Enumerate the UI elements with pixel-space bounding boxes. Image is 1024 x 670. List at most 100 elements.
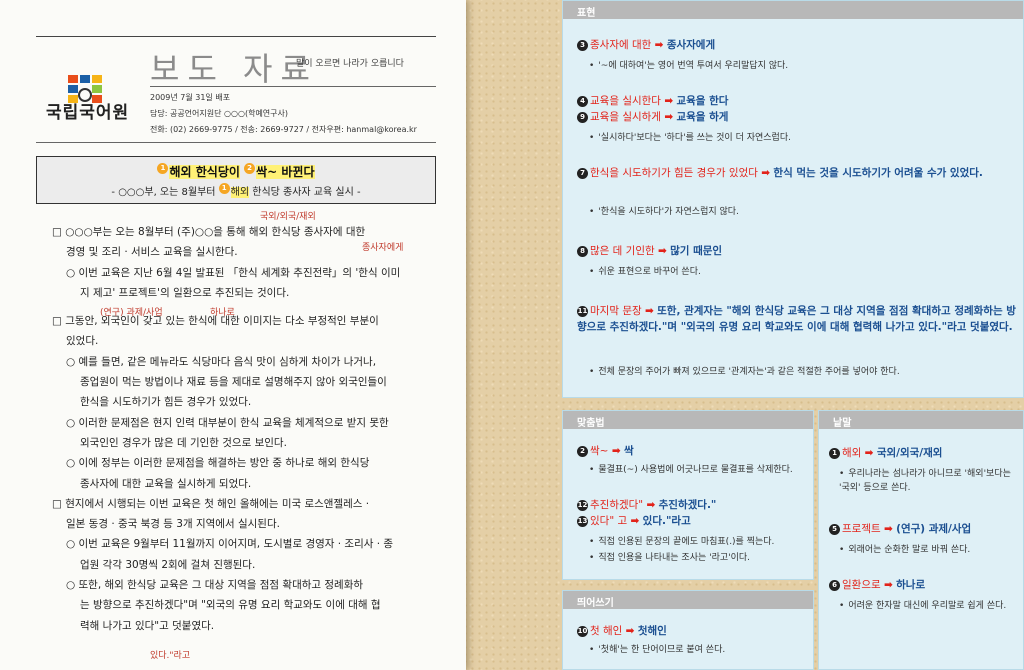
body-line: 한식을 시도하기가 힘든 경우가 있었다. — [80, 396, 252, 409]
corrected-text: 싹 — [623, 445, 634, 457]
arrow-icon: ➡ — [664, 95, 674, 107]
corrected-text: 추진하겠다." — [658, 499, 717, 511]
panel-ttuieo: 띄어쓰기 10첫 해인 ➡ 첫해인 '첫해'는 한 단어이므로 붙여 쓴다. — [562, 590, 814, 670]
arrow-icon: ➡ — [630, 515, 640, 527]
marker: 6 — [829, 580, 840, 591]
explanation: 직접 인용을 나타내는 조사는 '라고'이다. — [589, 551, 809, 565]
arrow-icon: ➡ — [664, 111, 674, 123]
entry: 6 일환으로 ➡ 하나로 — [829, 577, 925, 593]
explanation: 물결표(~) 사용법에 어긋나므로 물결표를 삭제한다. — [589, 463, 805, 477]
original-text: 마지막 문장 — [590, 305, 642, 317]
marker: 10 — [577, 626, 588, 637]
slogan: 말이 오르면 나라가 오릅니다 — [296, 59, 404, 69]
body-line: 는 방향으로 추진하겠다"며 "외국의 유명 요리 학교와도 이에 대해 협 — [80, 599, 381, 612]
corrected-text: 하나로 — [896, 579, 926, 591]
arrow-icon: ➡ — [625, 625, 635, 637]
entry: 7 한식을 시도하기가 힘든 경우가 있었다 ➡ 한식 먹는 것을 시도하기가 어… — [577, 165, 1017, 181]
original-text: 한식을 시도하기가 힘든 경우가 있었다 — [590, 167, 758, 179]
entry: 5 프로젝트 ➡ (연구) 과제/사업 — [829, 521, 971, 537]
explanation: '첫해'는 한 단어이므로 붙여 쓴다. — [589, 643, 725, 657]
corrected-text: 교육을 하게 — [676, 111, 729, 123]
marker: 2 — [244, 163, 256, 174]
body-line: □ 현지에서 시행되는 이번 교육은 첫 해인 올해에는 미국 로스앤젤레스 · — [52, 497, 370, 510]
original-text: 해외 — [842, 447, 862, 459]
body-line: 있었다. — [66, 335, 99, 348]
body-line: 종사자에 대한 교육을 실시하게 되었다. — [80, 477, 252, 490]
explanation: 외래어는 순화한 말로 바꿔 쓴다. — [839, 543, 1019, 557]
original-text: 일환으로 — [842, 579, 881, 591]
original-text: 프로젝트 — [842, 523, 881, 535]
arrow-icon: ➡ — [883, 523, 893, 535]
corrected-text: 국외/외국/재외 — [876, 447, 943, 459]
entry: 12 추진하겠다" ➡ 추진하겠다." — [577, 497, 716, 513]
page-title: 보도 자료 — [150, 50, 318, 88]
correction-annotation: 국외/외국/재외 — [260, 212, 316, 222]
corrected-text: 있다."라고 — [642, 515, 691, 527]
original-text: 교육을 실시하게 — [590, 111, 661, 123]
body-line: ○ 이러한 문제점은 현지 인력 대부분이 한식 교육을 체계적으로 받지 못한 — [66, 416, 389, 429]
arrow-icon: ➡ — [654, 39, 664, 51]
correction-annotation: 종사자에게 — [362, 243, 404, 253]
body-line: 력해 나가고 있다"고 덧붙였다. — [80, 619, 215, 632]
original-text: 많은 데 기인한 — [590, 245, 655, 257]
arrow-icon: ➡ — [864, 447, 874, 459]
marker: 2 — [577, 446, 588, 457]
arrow-icon: ➡ — [657, 245, 667, 257]
headline-box: 1 해외 한식당이 2 싹~ 바뀐다 - ○○○부, 오는 8월부터 1 해외 한식당… — [36, 156, 436, 204]
entry: 10 첫 해인 ➡ 첫해인 — [577, 623, 667, 639]
headline-part: 싹~ 바뀐다 — [256, 165, 315, 179]
body-line: 종업원이 먹는 방법이나 재료 등을 제대로 설명해주지 않아 외국인들이 — [80, 376, 387, 389]
panel-title: 낱말 — [819, 411, 1023, 429]
body-line: 업원 각각 30명씩 2회에 걸쳐 진행된다. — [80, 558, 256, 571]
title-rule — [150, 86, 436, 87]
corrected-text: 첫해인 — [637, 625, 667, 637]
subhead-part: 한식당 종사자 교육 실시 - — [252, 187, 361, 198]
panel-title: 띄어쓰기 — [563, 591, 813, 609]
arrow-icon: ➡ — [646, 499, 656, 511]
org-name: 국립국어원 — [46, 103, 130, 123]
marker: 5 — [829, 524, 840, 535]
contact-line: 전화: (02) 2669-9775 / 전송: 2669-9727 / 전자우… — [150, 125, 417, 134]
explanation: 전체 문장의 주어가 빠져 있으므로 '관계자는'과 같은 적절한 주어를 넣어… — [589, 365, 1019, 379]
entry: 4 교육을 실시한다 ➡ 교육을 한다 — [577, 93, 728, 109]
headline: 1 해외 한식당이 2 싹~ 바뀐다 — [37, 163, 435, 180]
explanation: 직접 인용된 문장의 끝에도 마침표(.)를 찍는다. — [589, 535, 809, 549]
panel-pyohyeon: 표현 3종사자에 대한 ➡ 종사자에게 '~에 대하여'는 영어 번역 투여서 … — [562, 0, 1024, 398]
marker: 12 — [577, 500, 588, 511]
marker: 4 — [577, 96, 588, 107]
arrow-icon: ➡ — [883, 579, 893, 591]
entry: 3 종사자에 대한 ➡ 종사자에게 — [577, 37, 715, 53]
body-line: 외국인인 경우가 많은 데 기인한 것으로 보인다. — [80, 436, 287, 449]
panel-title: 맞춤법 — [563, 411, 813, 429]
meta-rule — [36, 142, 436, 143]
original-text: 추진하겠다" — [590, 499, 644, 511]
press-release-page: 국립국어원 보도 자료 말이 오르면 나라가 오릅니다 2009년 7월 31일… — [0, 0, 466, 670]
marker: 7 — [577, 168, 588, 179]
corrected-text: 한식 먹는 것을 시도하기가 어려울 수가 있었다. — [773, 167, 983, 179]
original-text: 종사자에 대한 — [590, 39, 652, 51]
body-line: 지 제고' 프로젝트'의 일환으로 추진되는 것이다. — [80, 286, 290, 299]
subhead-part: 해외 — [230, 187, 250, 198]
headline-part: 해외 한식당이 — [169, 165, 240, 179]
original-text: 있다" 고 — [590, 515, 628, 527]
marker: 11 — [577, 306, 588, 317]
correction-annotation: 하나로 — [210, 308, 235, 318]
explanation: 우리나라는 섬나라가 아니므로 '해외'보다는 '국외' 등으로 쓴다. — [839, 467, 1019, 495]
arrow-icon: ➡ — [644, 305, 654, 317]
body-line: ○ 또한, 해외 한식당 교육은 그 대상 지역을 점점 확대하고 정례화하 — [66, 579, 364, 592]
original-text: 첫 해인 — [590, 625, 623, 637]
owner-line: 담당: 공공언어지원단 ○○○(학예연구사) — [150, 109, 289, 118]
corrected-text: 또한, 관계자는 "해외 한식당 교육은 그 대상 지역을 점점 확대하고 정례… — [577, 305, 1016, 333]
entry: 11 마지막 문장 ➡ 또한, 관계자는 "해외 한식당 교육은 그 대상 지역을… — [577, 303, 1017, 335]
original-text: 교육을 실시한다 — [590, 95, 661, 107]
body-line: ○ 이에 정부는 이러한 문제점을 해결하는 방안 중 하나로 해외 한식당 — [66, 457, 370, 470]
correction-annotation: 있다."라고 — [150, 651, 191, 661]
marker: 1 — [829, 448, 840, 459]
panel-title: 표현 — [563, 1, 1023, 19]
marker: 9 — [577, 112, 588, 123]
correction-annotation: (연구) 과제/사업 — [100, 308, 163, 318]
subhead-part: - ○○○부, 오는 8월부터 — [111, 187, 216, 198]
body-line: ○ 예를 들면, 같은 메뉴라도 식당마다 음식 맛이 심하게 차이가 나거나, — [66, 355, 377, 368]
marker: 8 — [577, 246, 588, 257]
body-line: ○ 이번 교육은 지난 6월 4일 발표된 「한식 세계화 추진전략」의 '한식… — [66, 266, 401, 279]
